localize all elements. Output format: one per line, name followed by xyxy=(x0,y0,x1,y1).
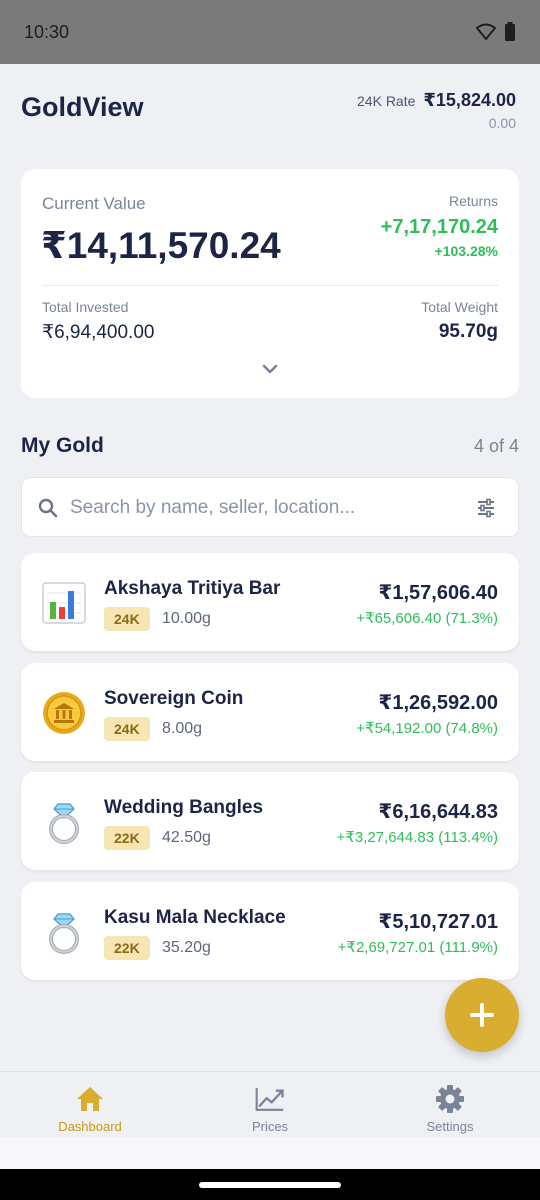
item-gain: +₹2,69,727.01 (111.9%) xyxy=(337,939,498,956)
item-value: ₹1,26,592.00 xyxy=(378,692,498,714)
battery-icon xyxy=(505,22,515,41)
app-header: GoldView 24K Rate ₹15,824.00 0.00 xyxy=(0,64,540,154)
gold-item-card[interactable]: Akshaya Tritiya Bar 24K 10.00g ₹1,57,606… xyxy=(21,553,519,651)
item-weight: 10.00g xyxy=(162,610,211,627)
gesture-area xyxy=(0,1137,540,1169)
rate-value: ₹15,824.00 xyxy=(423,90,516,110)
portfolio-summary-card[interactable]: Current Value ₹14,11,570.24 Returns +7,1… xyxy=(21,169,519,398)
nav-label: Prices xyxy=(251,1119,289,1134)
item-value: ₹5,10,727.01 xyxy=(378,911,498,933)
gold-rate-box: 24K Rate ₹15,824.00 0.00 xyxy=(357,90,516,131)
plus-icon xyxy=(470,1003,494,1027)
section-title: My Gold xyxy=(21,434,104,457)
rate-label: 24K Rate xyxy=(357,93,416,109)
item-value: ₹1,57,606.40 xyxy=(378,582,498,604)
item-value: ₹6,16,644.83 xyxy=(378,801,498,823)
item-weight: 35.20g xyxy=(162,939,211,956)
wifi-icon xyxy=(476,23,496,40)
purity-badge: 22K xyxy=(104,826,150,850)
add-item-button[interactable] xyxy=(445,978,519,1052)
home-icon xyxy=(77,1087,103,1111)
current-value: ₹14,11,570.24 xyxy=(41,225,281,266)
trend-chart-icon xyxy=(255,1088,284,1111)
bottom-nav: Dashboard Prices Settings xyxy=(0,1071,540,1137)
nav-prices[interactable]: Prices xyxy=(180,1072,360,1138)
system-nav-bar xyxy=(0,1169,540,1200)
returns-percent: +103.28% xyxy=(434,243,498,259)
search-icon xyxy=(38,498,58,518)
ring-icon xyxy=(49,803,79,844)
bar-chart-icon xyxy=(42,582,86,624)
nav-dashboard[interactable]: Dashboard xyxy=(0,1072,180,1138)
coin-icon xyxy=(43,692,85,734)
gold-item-card[interactable]: Kasu Mala Necklace 22K 35.20g ₹5,10,727.… xyxy=(21,882,519,980)
item-gain: +₹3,27,644.83 (113.4%) xyxy=(336,829,498,846)
current-value-label: Current Value xyxy=(42,194,146,213)
returns-value: +7,17,170.24 xyxy=(380,216,498,238)
purity-badge: 24K xyxy=(104,607,150,631)
item-weight: 8.00g xyxy=(162,720,203,737)
search-bar[interactable] xyxy=(21,477,519,537)
gold-item-card[interactable]: Sovereign Coin 24K 8.00g ₹1,26,592.00 +₹… xyxy=(21,663,519,761)
card-divider xyxy=(42,285,498,286)
returns-label: Returns xyxy=(448,193,498,209)
item-gain: +₹54,192.00 (74.8%) xyxy=(356,720,498,737)
item-name: Sovereign Coin xyxy=(104,688,244,709)
item-name: Kasu Mala Necklace xyxy=(104,907,286,928)
total-invested-label: Total Invested xyxy=(42,299,129,315)
item-name: Akshaya Tritiya Bar xyxy=(104,578,281,599)
filter-icon[interactable] xyxy=(476,498,496,518)
gold-item-card[interactable]: Wedding Bangles 22K 42.50g ₹6,16,644.83 … xyxy=(21,772,519,870)
item-weight: 42.50g xyxy=(162,829,211,846)
home-handle[interactable] xyxy=(199,1182,341,1188)
gear-icon xyxy=(436,1085,464,1113)
item-count: 4 of 4 xyxy=(473,436,519,456)
expand-summary-button[interactable] xyxy=(258,361,282,377)
status-bar: 10:30 xyxy=(0,0,540,64)
total-weight-value: 95.70g xyxy=(438,321,498,342)
item-name: Wedding Bangles xyxy=(104,797,264,818)
status-icons xyxy=(476,22,516,42)
item-gain: +₹65,606.40 (71.3%) xyxy=(356,610,498,627)
nav-settings[interactable]: Settings xyxy=(360,1072,540,1138)
nav-label: Dashboard xyxy=(58,1119,122,1134)
total-invested-value: ₹6,94,400.00 xyxy=(42,322,155,343)
search-input[interactable] xyxy=(70,490,460,526)
app-title: GoldView xyxy=(21,92,144,122)
purity-badge: 22K xyxy=(104,936,150,960)
status-time: 10:30 xyxy=(24,22,70,42)
total-weight-label: Total Weight xyxy=(421,299,498,315)
ring-icon xyxy=(49,913,79,954)
chevron-down-icon xyxy=(262,364,278,374)
purity-badge: 24K xyxy=(104,717,150,741)
rate-change: 0.00 xyxy=(488,115,516,131)
nav-label: Settings xyxy=(426,1119,474,1134)
